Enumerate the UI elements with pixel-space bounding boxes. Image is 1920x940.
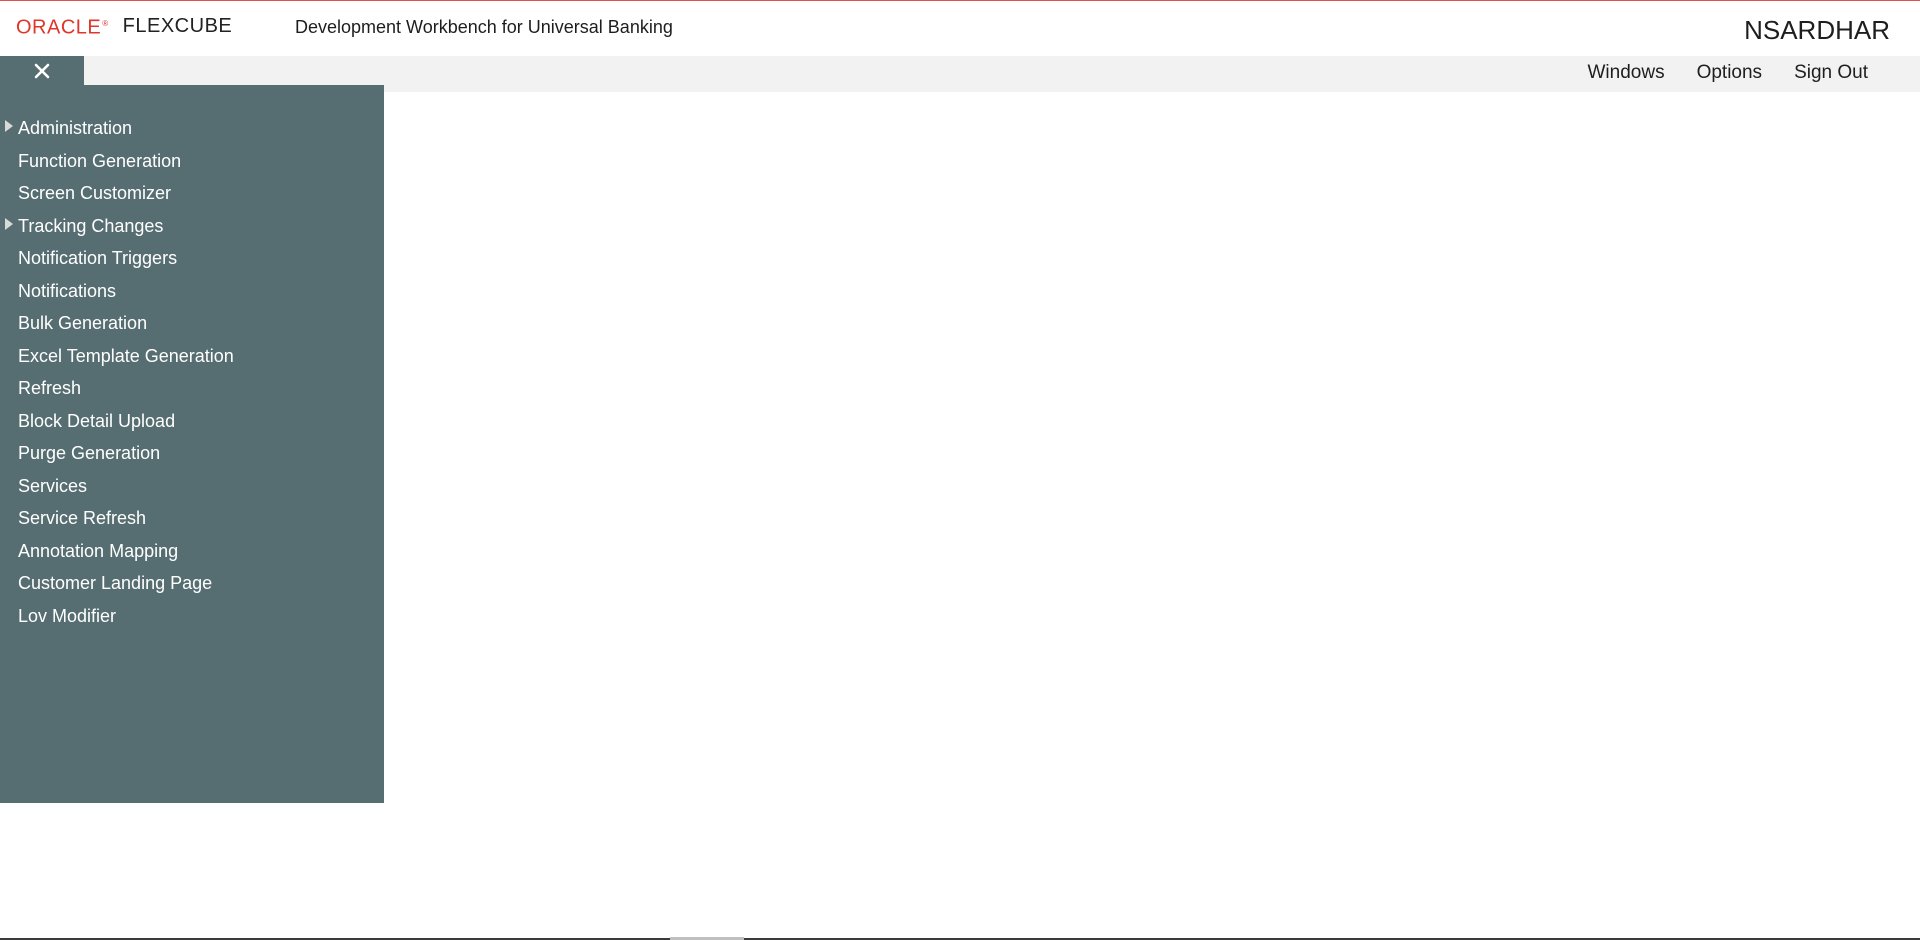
app-title: Development Workbench for Universal Bank…: [295, 17, 673, 37]
sign-out-link[interactable]: Sign Out: [1794, 60, 1868, 86]
sidebar-item-lov-modifier[interactable]: Lov Modifier: [0, 600, 384, 633]
sidebar-item-services[interactable]: Services: [0, 470, 384, 503]
expand-arrow-icon[interactable]: [5, 120, 13, 132]
sidebar-item-label: Notification Triggers: [18, 248, 178, 268]
sidebar-item-function-generation[interactable]: Function Generation: [0, 145, 384, 178]
sidebar-item-label: Purge Generation: [18, 443, 161, 463]
sidebar-item-screen-customizer[interactable]: Screen Customizer: [0, 177, 384, 210]
sidebar-item-label: Notifications: [18, 280, 117, 301]
sidebar-item-label: Lov Modifier: [18, 605, 117, 626]
options-menu[interactable]: Options: [1697, 60, 1762, 86]
sidebar-item-notifications[interactable]: Notifications: [0, 275, 384, 308]
sidebar-item-refresh[interactable]: Refresh: [0, 372, 384, 405]
sidebar-item-block-detail-upload[interactable]: Block Detail Upload: [0, 405, 384, 438]
sidebar-item-label: Block Detail Upload: [18, 410, 176, 431]
sidebar-item-tracking-changes[interactable]: Tracking Changes: [0, 210, 384, 243]
user-name: NSARDHAR: [1744, 15, 1890, 45]
sidebar-item-purge-generation[interactable]: Purge Generation: [0, 437, 384, 470]
close-menu-button[interactable]: [0, 56, 84, 86]
sidebar-item-label: Function Generation: [18, 150, 182, 171]
close-icon: [34, 63, 50, 79]
sidebar-item-service-refresh[interactable]: Service Refresh: [0, 502, 384, 535]
sidebar-item-label: Bulk Generation: [18, 313, 148, 333]
sidebar-item-label: Customer Landing Page: [18, 573, 213, 593]
sidebar-item-bulk-generation[interactable]: Bulk Generation: [0, 307, 384, 340]
registered-mark: ®: [102, 19, 109, 29]
app-window: ORACLE® FLEXCUBE Development Workbench f…: [0, 0, 1920, 940]
sidebar-item-label: Administration: [18, 118, 133, 138]
sidebar-item-excel-template-generation[interactable]: Excel Template Generation: [0, 340, 384, 373]
sidebar-item-label: Excel Template Generation: [18, 345, 234, 366]
flexcube-logo-text: FLEXCUBE: [122, 15, 233, 37]
top-nav: Windows Options Sign Out: [1588, 60, 1869, 86]
sidebar-item-administration[interactable]: Administration: [0, 112, 384, 145]
windows-menu[interactable]: Windows: [1588, 60, 1665, 86]
sidebar-item-customer-landing-page[interactable]: Customer Landing Page: [0, 567, 384, 600]
oracle-flexcube-logo: ORACLE® FLEXCUBE: [16, 15, 233, 39]
header: ORACLE® FLEXCUBE Development Workbench f…: [0, 1, 1920, 55]
oracle-logo-text: ORACLE®: [16, 16, 109, 39]
sidebar-item-label: Services: [18, 475, 88, 496]
expand-arrow-icon[interactable]: [5, 217, 13, 230]
sidebar-item-annotation-mapping[interactable]: Annotation Mapping: [0, 535, 384, 568]
sidebar-item-notification-triggers[interactable]: Notification Triggers: [0, 242, 384, 275]
sidebar-item-label: Refresh: [18, 378, 82, 398]
sidebar-item-label: Annotation Mapping: [18, 540, 179, 561]
sidebar-item-label: Service Refresh: [18, 508, 147, 528]
sidebar-item-label: Tracking Changes: [18, 215, 164, 236]
sidebar-item-label: Screen Customizer: [18, 183, 172, 203]
sidebar-menu: Administration Function Generation Scree…: [0, 112, 384, 632]
